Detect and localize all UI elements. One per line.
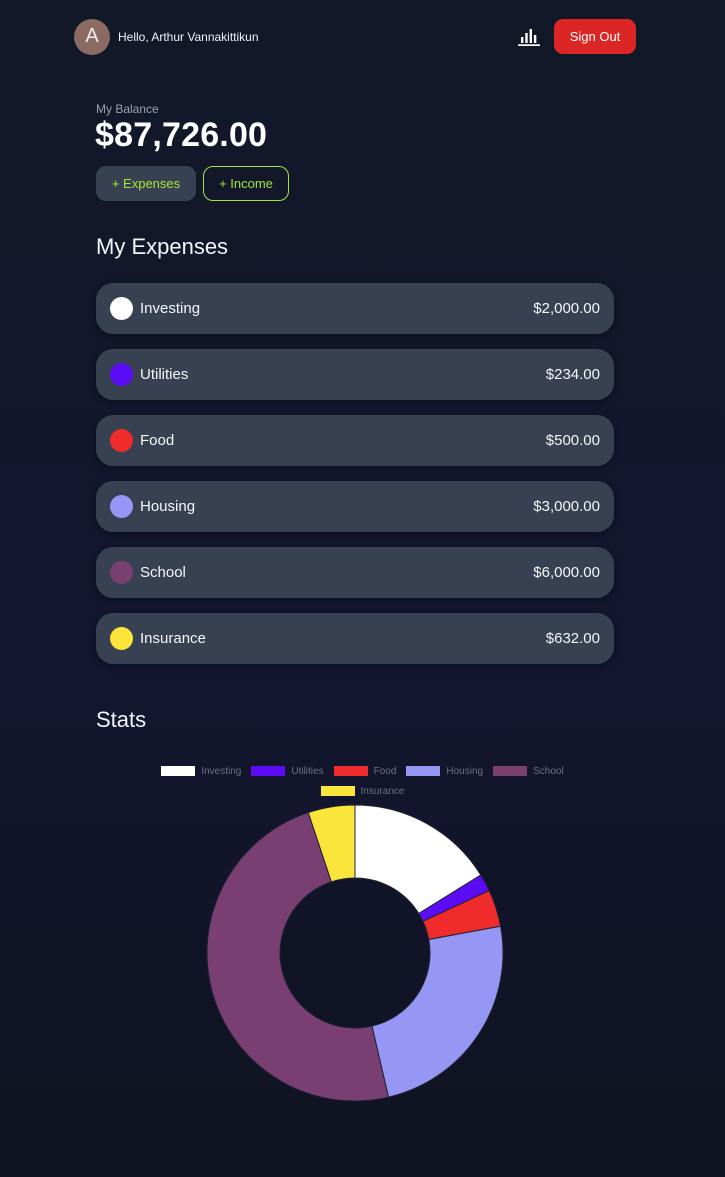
category-color-dot bbox=[110, 297, 133, 320]
legend-item-utilities[interactable]: Utilities bbox=[251, 764, 324, 778]
expense-left: Utilities bbox=[110, 363, 188, 386]
legend-item-investing[interactable]: Investing bbox=[161, 764, 241, 778]
expense-list: Investing $2,000.00 Utilities $234.00 Fo… bbox=[96, 283, 614, 679]
balance-value: $87,726.00 bbox=[95, 116, 268, 154]
expense-item-school[interactable]: School $6,000.00 bbox=[96, 547, 614, 598]
user-info: A Hello, Arthur Vannakittikun bbox=[74, 18, 259, 55]
expense-amount: $500.00 bbox=[545, 432, 600, 449]
expense-left: Food bbox=[110, 429, 174, 452]
add-expenses-button[interactable]: + Expenses bbox=[96, 166, 196, 201]
stats-title: Stats bbox=[96, 707, 147, 732]
legend-label: School bbox=[533, 765, 564, 777]
expense-item-investing[interactable]: Investing $2,000.00 bbox=[96, 283, 614, 334]
legend-item-insurance[interactable]: Insurance bbox=[320, 784, 405, 798]
greeting-text: Hello, Arthur Vannakittikun bbox=[118, 29, 259, 44]
legend-label: Insurance bbox=[360, 785, 405, 797]
expense-left: Insurance bbox=[110, 627, 206, 650]
category-color-dot bbox=[110, 561, 133, 584]
donut-slice-housing[interactable] bbox=[371, 925, 504, 1098]
expense-amount: $632.00 bbox=[545, 630, 600, 647]
legend-item-housing[interactable]: Housing bbox=[406, 764, 483, 778]
legend-swatch bbox=[161, 766, 196, 776]
avatar[interactable]: A bbox=[74, 18, 110, 55]
category-color-dot bbox=[110, 429, 133, 452]
legend-swatch bbox=[406, 766, 441, 776]
legend-label: Investing bbox=[201, 765, 242, 777]
sign-out-button[interactable]: Sign Out bbox=[554, 19, 636, 54]
expense-amount: $3,000.00 bbox=[533, 498, 600, 515]
expense-item-utilities[interactable]: Utilities $234.00 bbox=[96, 349, 614, 400]
legend-swatch bbox=[251, 766, 286, 776]
expense-donut-chart bbox=[206, 804, 504, 1102]
legend-swatch bbox=[320, 786, 355, 796]
expense-left: School bbox=[110, 561, 186, 584]
expense-left: Housing bbox=[110, 495, 195, 518]
category-color-dot bbox=[110, 363, 133, 386]
expense-left: Investing bbox=[110, 297, 200, 320]
legend-label: Housing bbox=[446, 765, 484, 777]
expense-name: Utilities bbox=[140, 366, 189, 383]
balance-actions: + Expenses + Income bbox=[96, 166, 289, 201]
legend-swatch bbox=[333, 766, 368, 776]
expense-item-food[interactable]: Food $500.00 bbox=[96, 415, 614, 466]
expense-name: School bbox=[140, 564, 186, 581]
legend-item-school[interactable]: School bbox=[493, 764, 564, 778]
legend-item-food[interactable]: Food bbox=[333, 764, 397, 778]
expense-name: Housing bbox=[140, 498, 196, 515]
bar-chart-icon[interactable] bbox=[518, 28, 540, 46]
expense-amount: $6,000.00 bbox=[533, 564, 600, 581]
expense-amount: $2,000.00 bbox=[533, 300, 600, 317]
category-color-dot bbox=[110, 627, 133, 650]
legend-swatch bbox=[493, 766, 528, 776]
add-income-button[interactable]: + Income bbox=[203, 166, 289, 201]
expense-name: Food bbox=[140, 432, 175, 449]
expenses-title: My Expenses bbox=[96, 234, 229, 259]
balance-label: My Balance bbox=[96, 102, 159, 116]
header-actions: Sign Out bbox=[518, 19, 636, 54]
legend-label: Utilities bbox=[291, 765, 324, 777]
chart-legend: Investing Utilities Food Housing School Insur… bbox=[120, 764, 605, 798]
expense-item-insurance[interactable]: Insurance $632.00 bbox=[96, 613, 614, 664]
expense-item-housing[interactable]: Housing $3,000.00 bbox=[96, 481, 614, 532]
top-bar: A Hello, Arthur Vannakittikun Sign Out bbox=[74, 18, 636, 55]
legend-label: Food bbox=[373, 765, 397, 777]
expense-name: Investing bbox=[140, 300, 201, 317]
expense-name: Insurance bbox=[140, 630, 206, 647]
category-color-dot bbox=[110, 495, 133, 518]
expense-amount: $234.00 bbox=[545, 366, 600, 383]
